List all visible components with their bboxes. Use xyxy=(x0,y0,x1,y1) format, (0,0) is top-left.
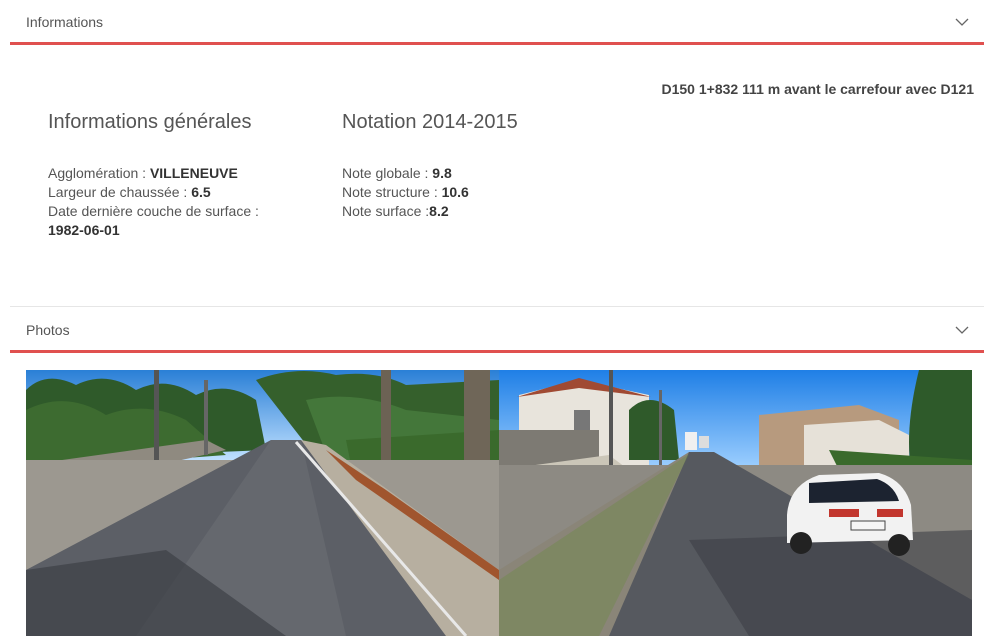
note-globale-line: Note globale : 9.8 xyxy=(342,164,602,183)
note-surface-line: Note surface :8.2 xyxy=(342,202,602,221)
date-line: 1982-06-01 xyxy=(48,221,308,240)
informations-panel: D150 1+832 111 m avant le carrefour avec… xyxy=(10,45,984,307)
chevron-down-icon[interactable] xyxy=(954,322,970,338)
largeur-value: 6.5 xyxy=(191,184,211,200)
note-globale-label: Note globale : xyxy=(342,165,433,181)
informations-section-header[interactable]: Informations xyxy=(10,1,984,45)
road-photo-right[interactable] xyxy=(499,370,972,636)
photos-panel xyxy=(26,370,972,636)
largeur-label: Largeur de chaussée : xyxy=(48,184,192,200)
notation-column: Notation 2014-2015 Note globale : 9.8 No… xyxy=(342,111,602,221)
largeur-line: Largeur de chaussée : 6.5 xyxy=(48,183,308,202)
informations-header-title: Informations xyxy=(26,13,104,30)
agglomeration-label: Agglomération : xyxy=(48,165,150,181)
date-value: 1982-06-01 xyxy=(48,222,120,238)
note-surface-value: 8.2 xyxy=(429,203,449,219)
notation-title: Notation 2014-2015 xyxy=(342,111,518,133)
note-structure-line: Note structure : 10.6 xyxy=(342,183,602,202)
note-structure-value: 10.6 xyxy=(441,184,469,200)
note-surface-label: Note surface : xyxy=(342,203,430,219)
general-info-title: Informations générales xyxy=(48,111,252,133)
location-label: D150 1+832 111 m avant le carrefour avec… xyxy=(661,81,975,97)
agglomeration-value: VILLENEUVE xyxy=(149,165,238,181)
photos-header-title: Photos xyxy=(26,321,70,338)
note-structure-label: Note structure : xyxy=(342,184,442,200)
photos-section-header[interactable]: Photos xyxy=(10,309,984,353)
date-label: Date dernière couche de surface : xyxy=(48,203,259,219)
chevron-down-icon[interactable] xyxy=(954,14,970,30)
road-photo-left[interactable] xyxy=(26,370,499,636)
agglomeration-line: Agglomération : VILLENEUVE xyxy=(48,164,308,183)
general-info-column: Informations générales Agglomération : V… xyxy=(48,111,308,240)
note-globale-value: 9.8 xyxy=(432,165,452,181)
